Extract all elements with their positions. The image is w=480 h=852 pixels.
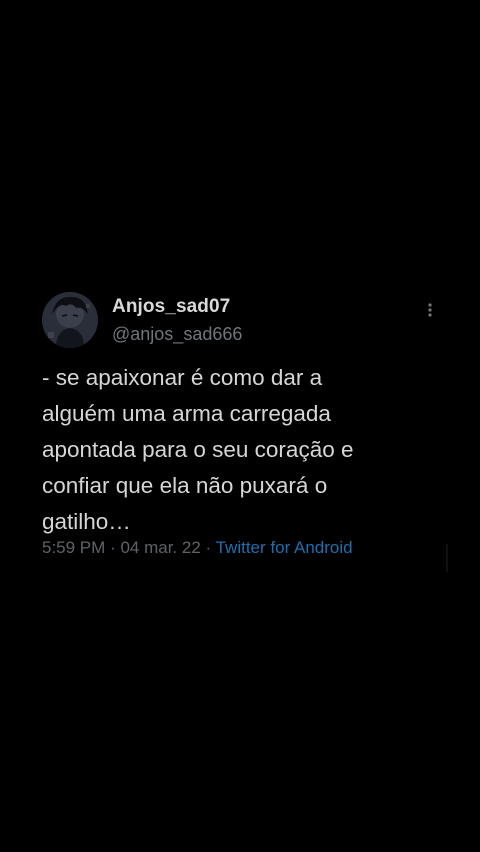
tweet-time: 5:59 PM <box>42 538 106 557</box>
avatar-image <box>42 292 98 348</box>
avatar[interactable] <box>42 292 98 348</box>
tweet-metadata: 5:59 PM · 04 mar. 22 · Twitter for Andro… <box>42 538 353 558</box>
user-handle[interactable]: @anjos_sad666 <box>112 324 242 345</box>
separator: · <box>110 538 116 557</box>
display-name[interactable]: Anjos_sad07 <box>112 296 230 318</box>
tweet-date[interactable]: 04 mar. 22 <box>120 538 200 557</box>
tweet-source-link[interactable]: Twitter for Android <box>216 538 353 557</box>
tweet-text: - se apaixonar é como dar a alguém uma a… <box>42 365 354 534</box>
separator: · <box>205 538 212 557</box>
divider <box>446 544 448 572</box>
tweet-card: Anjos_sad07 @anjos_sad666 - se apaixonar… <box>0 290 480 580</box>
more-vertical-icon[interactable] <box>420 300 440 320</box>
